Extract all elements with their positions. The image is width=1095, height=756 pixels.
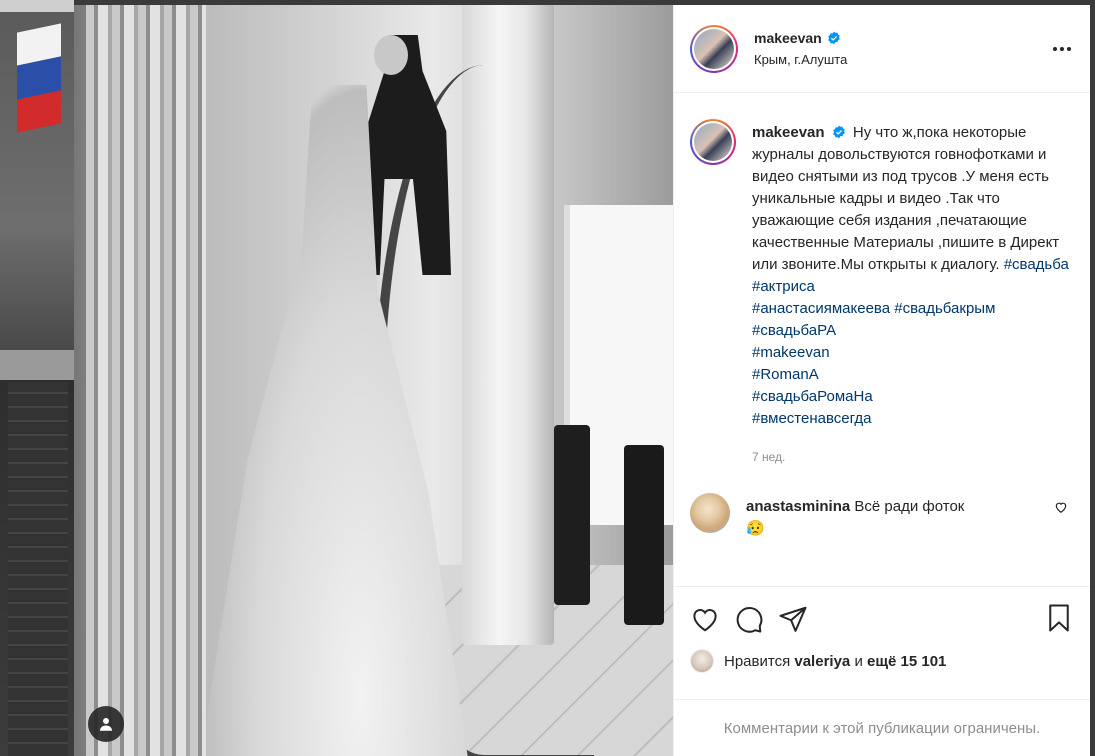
caption-author-avatar[interactable] xyxy=(690,119,736,165)
background-strip-top xyxy=(0,0,74,12)
more-options-icon[interactable] xyxy=(1052,39,1072,59)
post-actions: Нравится valeriya и ещё 15 101 xyxy=(674,586,1090,699)
hashtag[interactable]: #свадьбакрым xyxy=(894,300,995,317)
caption-text: Ну что ж,пока некоторые журналы довольст… xyxy=(752,124,1060,273)
liker-username[interactable]: valeriya xyxy=(794,653,850,670)
author-avatar[interactable] xyxy=(690,24,738,73)
post-time[interactable]: 7 нед. xyxy=(752,446,1072,468)
share-icon[interactable] xyxy=(778,604,808,634)
comment-text: Всё ради фоток xyxy=(854,498,965,515)
hashtag[interactable]: #анастасиямакеева xyxy=(752,300,890,317)
caption-username[interactable]: makeevan xyxy=(752,124,825,141)
hashtag[interactable]: #makeevan xyxy=(752,344,830,361)
liker-avatar[interactable] xyxy=(690,649,714,673)
verified-badge-icon xyxy=(832,125,845,139)
background-lower xyxy=(8,382,68,756)
background-block xyxy=(0,350,74,380)
author-username[interactable]: makeevan xyxy=(754,30,822,46)
commenter-username[interactable]: anastasminina xyxy=(746,498,850,515)
likes-row: Нравится valeriya и ещё 15 101 xyxy=(690,649,1074,673)
verified-badge-icon xyxy=(827,31,840,45)
post-header: makeevan Крым, г.Алушта xyxy=(674,5,1090,93)
background-flag xyxy=(17,23,61,133)
hashtag[interactable]: #свадьбаРА xyxy=(752,322,836,339)
hashtag[interactable]: #актриса xyxy=(752,278,815,295)
comments-section: makeevan Ну что ж,пока некоторые журналы… xyxy=(674,93,1090,586)
likes-and: и xyxy=(854,652,863,670)
like-heart-icon[interactable] xyxy=(690,604,720,634)
hashtag[interactable]: #RomanA xyxy=(752,366,819,383)
comments-restricted-notice: Комментарии к этой публикации ограничены… xyxy=(674,699,1090,756)
comment-like-icon[interactable] xyxy=(1054,500,1068,514)
likes-others[interactable]: ещё 15 101 xyxy=(867,653,946,670)
post-modal: makeevan Крым, г.Алушта makeevan Ну что … xyxy=(74,5,1090,756)
hashtag[interactable]: #свадьбаРомаНа xyxy=(752,388,873,405)
comment-item: anastasminina Всё ради фоток 😥 xyxy=(690,493,1074,540)
background-left-strip xyxy=(0,0,74,756)
user-tag-icon[interactable] xyxy=(88,706,124,742)
post-photo[interactable] xyxy=(74,5,673,756)
post-location[interactable]: Крым, г.Алушта xyxy=(754,52,847,67)
post-caption: makeevan Ну что ж,пока некоторые журналы… xyxy=(690,117,1074,468)
bookmark-icon[interactable] xyxy=(1044,603,1074,633)
likes-prefix: Нравится xyxy=(724,652,791,670)
commenter-avatar[interactable] xyxy=(690,493,730,533)
hashtag[interactable]: #свадьба xyxy=(1004,256,1069,273)
comment-emoji: 😥 xyxy=(746,520,765,537)
comment-icon[interactable] xyxy=(734,604,764,634)
hashtag[interactable]: #вместенавсегда xyxy=(752,410,872,427)
post-side-panel: makeevan Крым, г.Алушта makeevan Ну что … xyxy=(673,5,1090,756)
